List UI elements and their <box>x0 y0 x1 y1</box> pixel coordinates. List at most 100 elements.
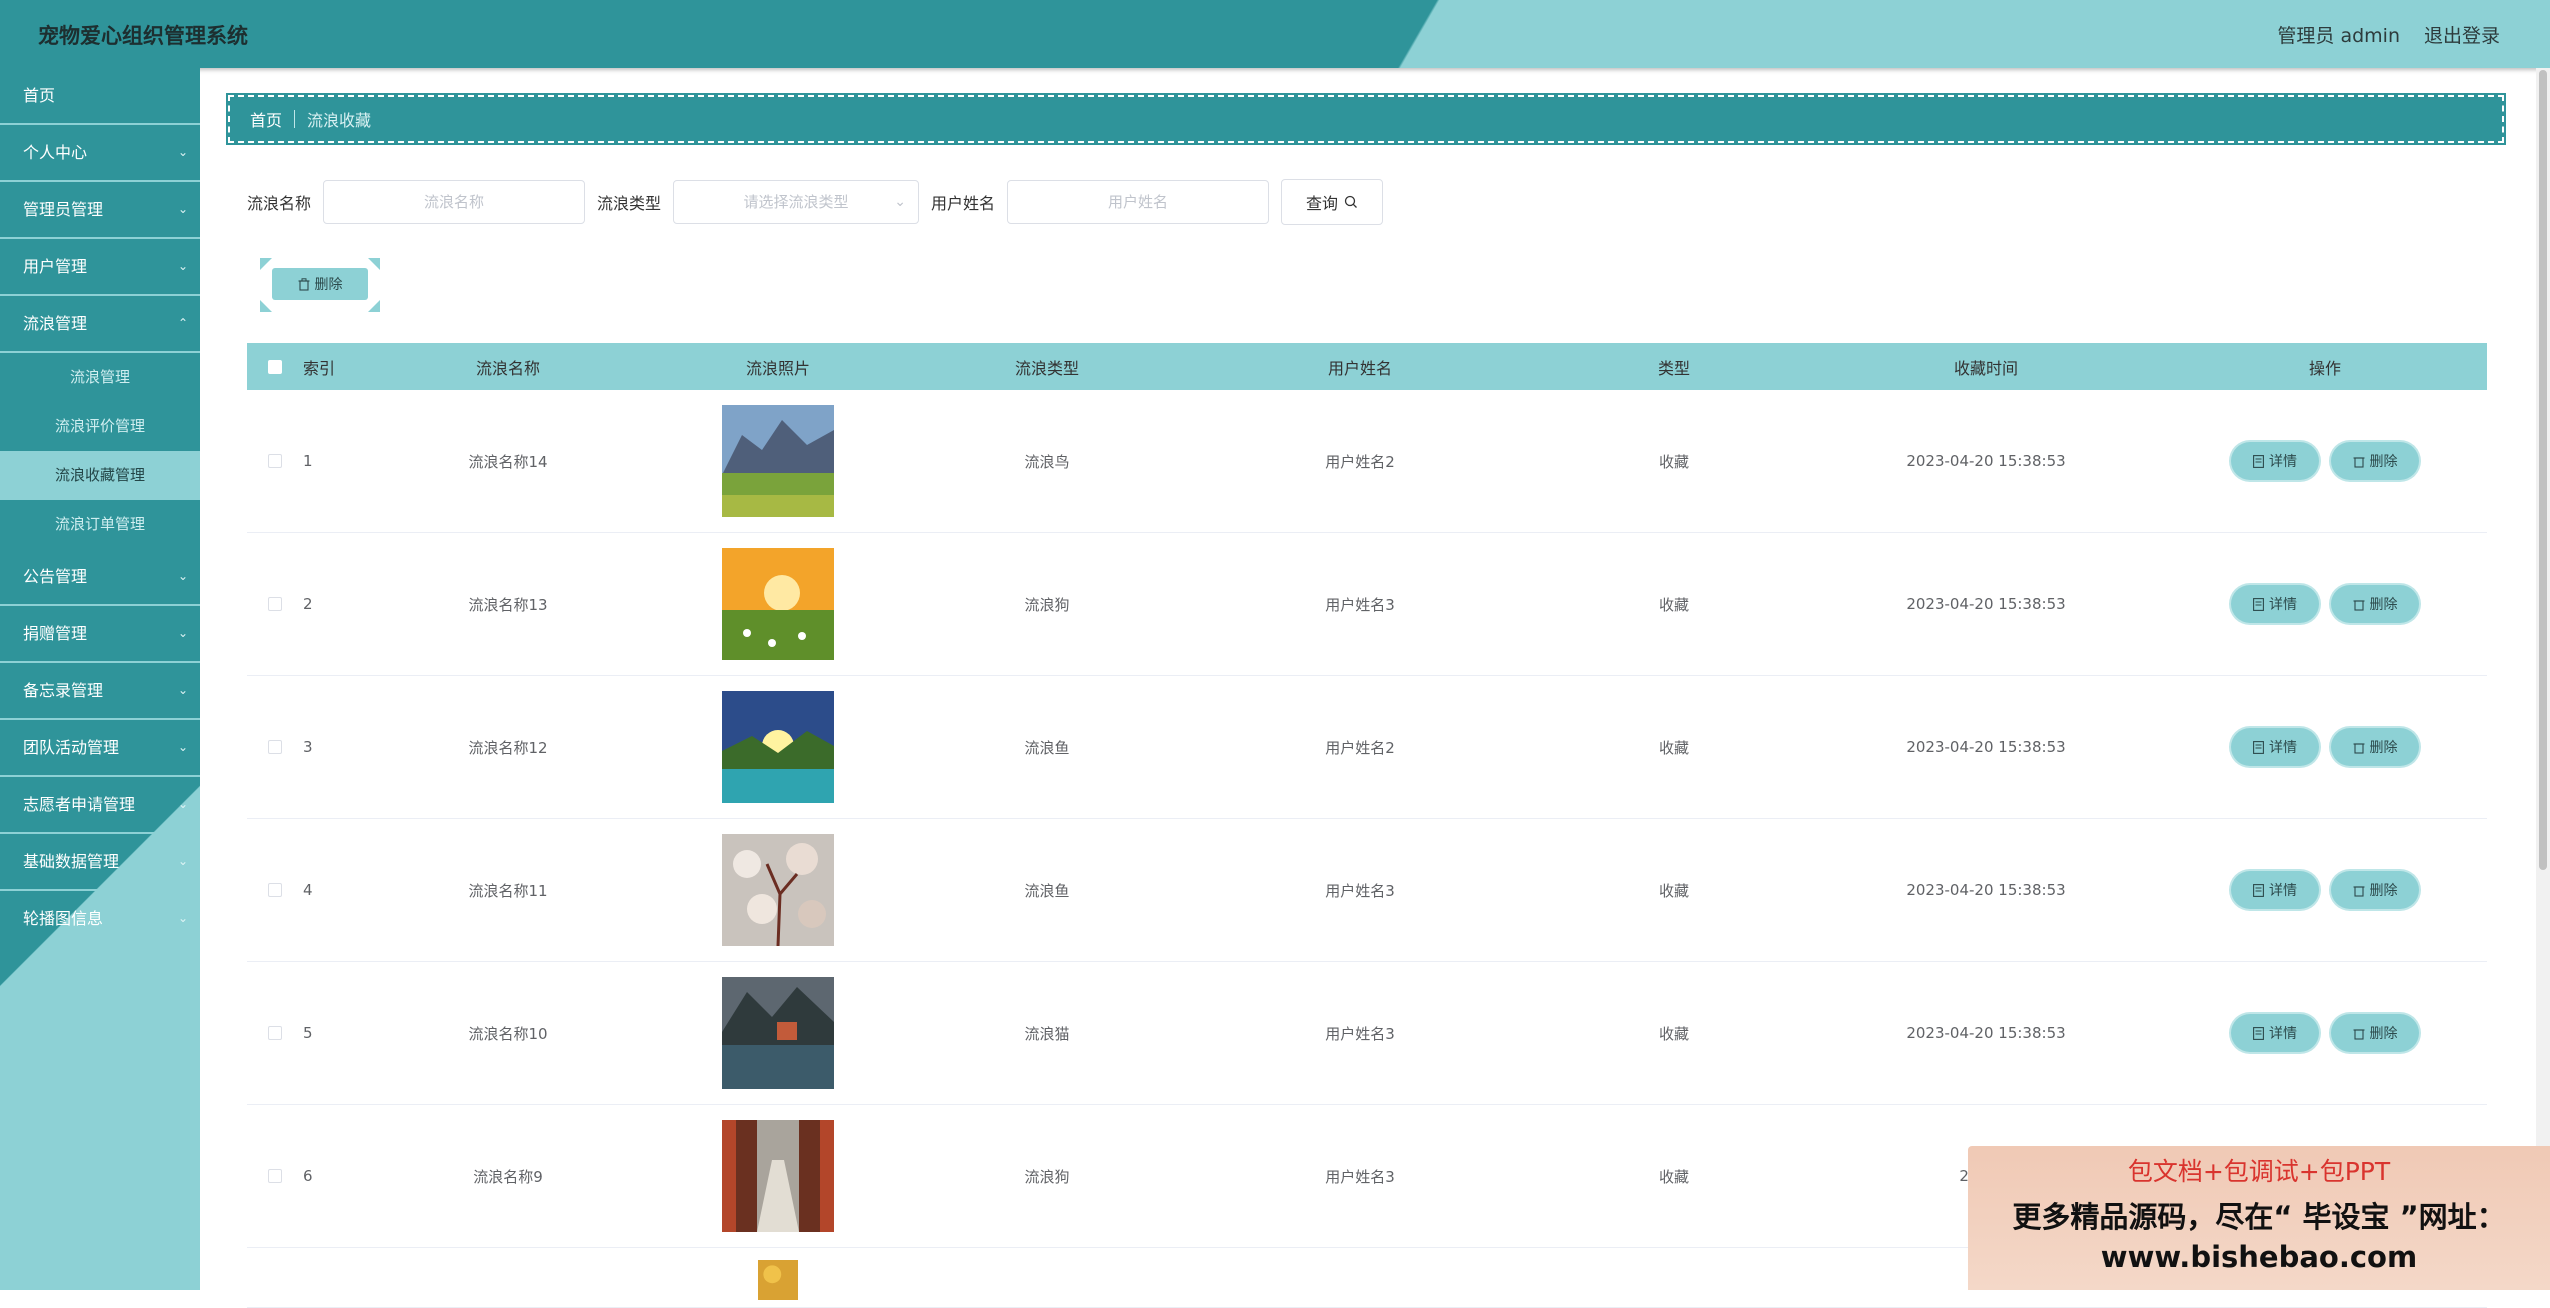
row-user: 用户姓名3 <box>1325 1167 1395 1186</box>
user-search-input[interactable] <box>1007 180 1270 224</box>
sidebar-item-admin-management[interactable]: 管理员管理 ⌄ <box>0 182 200 239</box>
type-select[interactable]: 请选择流浪类型 ⌄ <box>673 180 920 224</box>
stray-photo <box>758 1260 798 1300</box>
sidebar-item-memo-management[interactable]: 备忘录管理 ⌄ <box>0 663 200 720</box>
scrollbar-thumb[interactable] <box>2539 70 2547 870</box>
bulk-delete-button[interactable]: 删除 <box>272 268 368 300</box>
row-name: 流浪名称9 <box>473 1167 543 1186</box>
row-kind: 收藏 <box>1658 881 1689 900</box>
search-bar: 流浪名称 流浪类型 请选择流浪类型 ⌄ 用户姓名 查询 <box>247 179 1384 225</box>
row-kind: 收藏 <box>1658 738 1689 757</box>
breadcrumb-home[interactable]: 首页 <box>250 107 282 131</box>
header-name: 流浪名称 <box>475 358 540 378</box>
row-checkbox[interactable] <box>268 454 282 468</box>
row-type: 流浪鱼 <box>1024 738 1070 757</box>
chevron-down-icon: ⌄ <box>177 683 188 697</box>
main-content: 首页 流浪收藏 流浪名称 流浪类型 请选择流浪类型 ⌄ 用户姓名 查询 删除 索… <box>200 68 2550 1308</box>
row-name: 流浪名称12 <box>468 738 548 757</box>
chevron-down-icon: ⌄ <box>177 145 188 159</box>
stray-photo <box>722 405 834 517</box>
watermark-line1: 包文档+包调试+包PPT <box>2127 1157 2391 1186</box>
row-user: 用户姓名3 <box>1325 595 1395 614</box>
chevron-down-icon: ⌄ <box>177 911 188 925</box>
header-time: 收藏时间 <box>1953 358 2018 378</box>
document-icon <box>2253 883 2264 897</box>
stray-photo <box>722 977 834 1089</box>
document-icon <box>2253 740 2264 754</box>
row-checkbox[interactable] <box>268 883 282 897</box>
header-user: 用户姓名 <box>1327 358 1392 378</box>
detail-button[interactable]: 详情 <box>2231 871 2319 909</box>
header-index: 索引 <box>303 358 336 378</box>
sidebar-item-carousel[interactable]: 轮播图信息 ⌄ <box>0 891 200 946</box>
sidebar-item-user-management[interactable]: 用户管理 ⌄ <box>0 239 200 296</box>
chevron-down-icon: ⌄ <box>177 626 188 640</box>
header-photo: 流浪照片 <box>745 358 810 378</box>
detail-button[interactable]: 详情 <box>2231 585 2319 623</box>
row-index: 5 <box>303 1024 313 1042</box>
stray-photo <box>722 1120 834 1232</box>
row-name: 流浪名称14 <box>468 452 548 471</box>
sidebar-item-team-activity[interactable]: 团队活动管理 ⌄ <box>0 720 200 777</box>
watermark-line2: 更多精品源码，尽在“ 毕设宝 ”网址： <box>2012 1200 2506 1234</box>
sidebar-item-basic-data[interactable]: 基础数据管理 ⌄ <box>0 834 200 891</box>
row-name: 流浪名称10 <box>468 1024 548 1043</box>
delete-button[interactable]: 删除 <box>2331 585 2419 623</box>
row-time: 2023-04-20 15:38:53 <box>1906 452 2066 470</box>
select-all-checkbox[interactable] <box>268 359 282 374</box>
row-checkbox[interactable] <box>268 1169 282 1183</box>
row-type: 流浪狗 <box>1024 595 1070 614</box>
sidebar-item-donation-management[interactable]: 捐赠管理 ⌄ <box>0 606 200 663</box>
logout-link[interactable]: 退出登录 <box>2424 21 2500 48</box>
row-checkbox[interactable] <box>268 597 282 611</box>
sidebar-item-home[interactable]: 首页 <box>0 68 200 125</box>
watermark-line3: www.bishebao.com <box>2100 1240 2418 1274</box>
sidebar-subitem-stray-favorite[interactable]: 流浪收藏管理 <box>0 451 200 500</box>
scrollbar[interactable] <box>2536 68 2550 1290</box>
row-checkbox[interactable] <box>268 740 282 754</box>
current-user: 管理员 admin <box>2277 25 2400 47</box>
trash-icon <box>2353 742 2364 754</box>
table-row: 2 流浪名称13 流浪狗 用户姓名3 收藏 2023-04-20 15:38:5… <box>247 533 2487 676</box>
chevron-down-icon: ⌄ <box>177 569 188 583</box>
document-icon <box>2253 1026 2264 1040</box>
document-icon <box>2253 597 2264 611</box>
row-user: 用户姓名3 <box>1325 1024 1395 1043</box>
sidebar-item-volunteer-application[interactable]: 志愿者申请管理 ⌄ <box>0 777 200 834</box>
table-row: 1 流浪名称14 流浪鸟 用户姓名2 收藏 2023-04-20 15:38:5… <box>247 390 2487 533</box>
chevron-up-icon: ⌃ <box>177 316 188 330</box>
row-checkbox[interactable] <box>268 1026 282 1040</box>
row-type: 流浪狗 <box>1024 1167 1070 1186</box>
row-kind: 收藏 <box>1658 595 1689 614</box>
stray-photo <box>722 548 834 660</box>
delete-button[interactable]: 删除 <box>2331 442 2419 480</box>
name-label: 流浪名称 <box>247 194 312 213</box>
sidebar-item-notice-management[interactable]: 公告管理 ⌄ <box>0 549 200 606</box>
delete-button[interactable]: 删除 <box>2331 1014 2419 1052</box>
sidebar-item-personal-center[interactable]: 个人中心 ⌄ <box>0 125 200 182</box>
row-user: 用户姓名2 <box>1325 738 1395 757</box>
header-kind: 类型 <box>1657 358 1690 378</box>
row-name: 流浪名称11 <box>468 881 548 900</box>
trash-icon <box>298 277 309 291</box>
detail-button[interactable]: 详情 <box>2231 728 2319 766</box>
delete-button[interactable]: 删除 <box>2331 728 2419 766</box>
bulk-delete-wrapper: 删除 <box>260 258 380 312</box>
row-kind: 收藏 <box>1658 1167 1689 1186</box>
sidebar-subitem-stray[interactable]: 流浪管理 <box>0 353 200 402</box>
detail-button[interactable]: 详情 <box>2231 1014 2319 1052</box>
row-time: 2023-04-20 15:38:53 <box>1906 595 2066 613</box>
sidebar-subitem-stray-order[interactable]: 流浪订单管理 <box>0 500 200 549</box>
breadcrumb-separator <box>294 110 296 128</box>
user-label: 用户姓名 <box>931 194 996 213</box>
sidebar-item-stray-management[interactable]: 流浪管理 ⌃ <box>0 296 200 353</box>
row-name: 流浪名称13 <box>468 595 548 614</box>
query-button[interactable]: 查询 <box>1281 179 1384 225</box>
sidebar-subitem-stray-review[interactable]: 流浪评价管理 <box>0 402 200 451</box>
trash-icon <box>2353 885 2364 897</box>
name-search-input[interactable] <box>323 180 586 224</box>
top-header: 宠物爱心组织管理系统 管理员 admin 退出登录 <box>0 0 2550 68</box>
chevron-down-icon: ⌄ <box>177 259 188 273</box>
delete-button[interactable]: 删除 <box>2331 871 2419 909</box>
detail-button[interactable]: 详情 <box>2231 442 2319 480</box>
